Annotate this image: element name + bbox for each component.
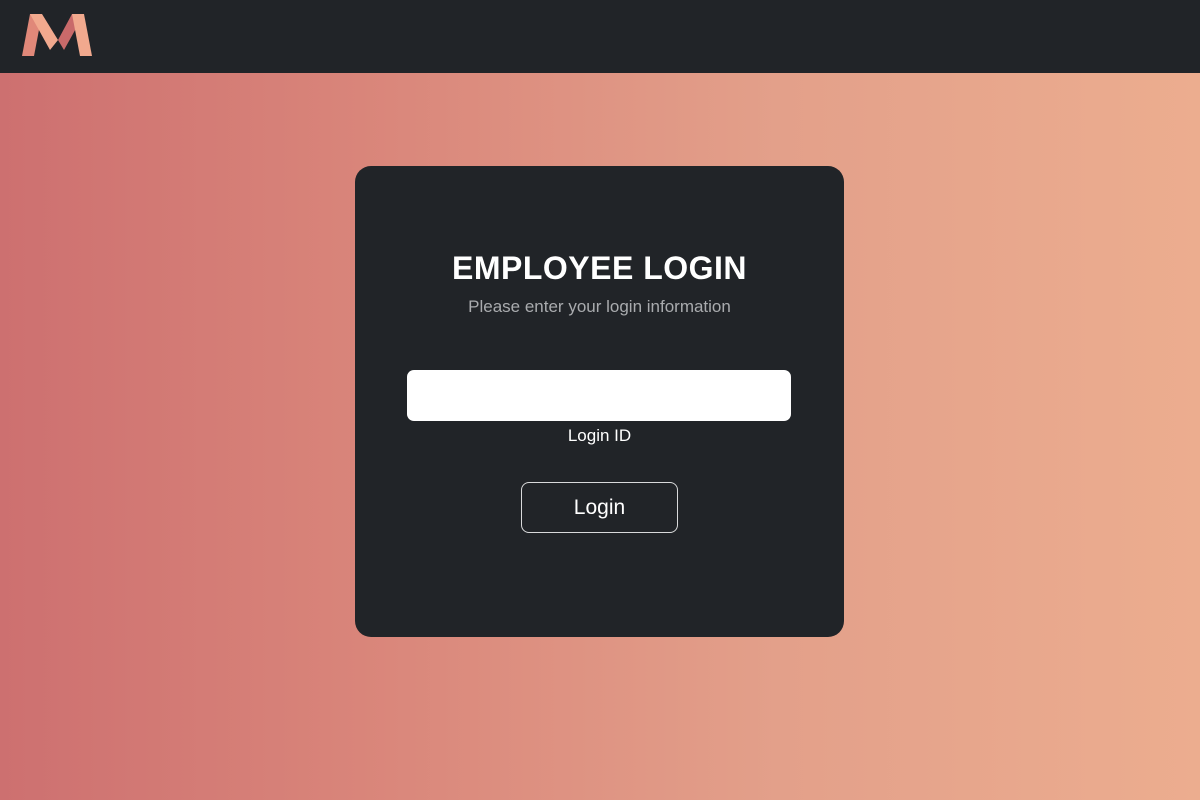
login-card: EMPLOYEE LOGIN Please enter your login i… xyxy=(355,166,844,637)
login-subtitle: Please enter your login information xyxy=(468,297,731,316)
top-navbar xyxy=(0,0,1200,73)
page-title: EMPLOYEE LOGIN xyxy=(451,250,748,286)
login-button[interactable]: Login xyxy=(521,482,678,533)
m-logo-icon[interactable] xyxy=(20,10,94,58)
login-id-label: Login ID xyxy=(567,426,632,445)
login-id-input[interactable] xyxy=(407,370,791,421)
